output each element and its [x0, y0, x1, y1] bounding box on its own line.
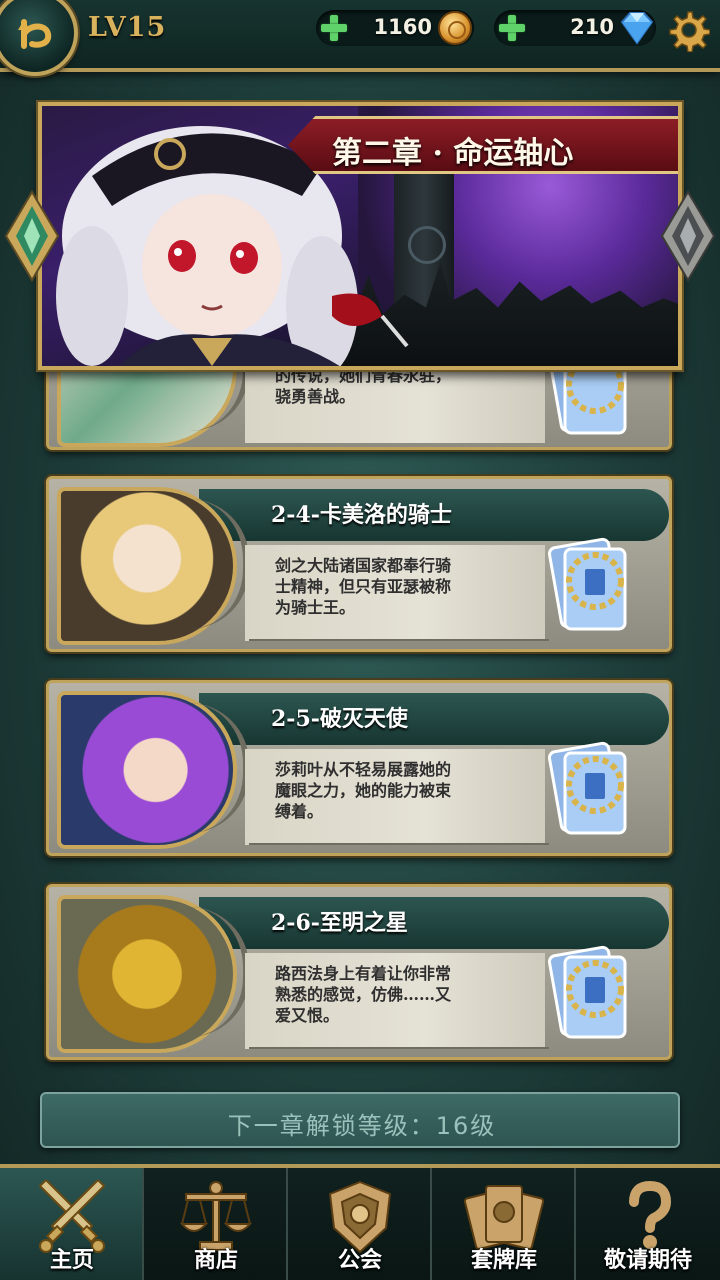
next-chapter-arrow[interactable] [660, 190, 716, 282]
nav-coming-soon[interactable]: 敬请期待 [576, 1168, 720, 1280]
ornament-line [249, 639, 549, 641]
stage-title: 2-6-至明之星 [271, 910, 408, 936]
nav-label: 套牌库 [470, 1248, 537, 1273]
stage-description: 路西法身上有着让你非常 熟悉的感觉，仿佛……又 爱又恨。 [275, 964, 452, 1025]
gear-icon[interactable] [666, 8, 710, 52]
next-chapter-unlock-bar: 下一章解锁等级：16级 [40, 1092, 680, 1148]
stage-description: 剑之大陆诸国家都奉行骑 士精神，但只有亚瑟被称 为骑士王。 [275, 556, 452, 617]
nav-deck[interactable]: 套牌库 [432, 1168, 576, 1280]
stage-title: 2-5-破灭天使 [271, 706, 408, 732]
unlock-text: 下一章解锁等级：16级 [227, 1112, 497, 1140]
nav-guild[interactable]: 公会 [288, 1168, 432, 1280]
nav-home[interactable]: 主页 [0, 1168, 144, 1280]
stage-row-2-6[interactable]: 2-6-至明之星 路西法身上有着让你非常 熟悉的感觉，仿佛……又 爱又恨。 [46, 884, 672, 1060]
chapter-title: 第二章 · 命运轴心 [332, 136, 574, 171]
stage-title-bar [199, 897, 669, 949]
diamond-counter: 210 [494, 10, 656, 46]
gold-counter: 1160 [316, 10, 474, 46]
stage-title-bar [199, 693, 669, 745]
stage-description: 的传说，她们青春永驻， 骁勇善战。 [275, 366, 452, 406]
diamond-amount: 210 [570, 15, 614, 39]
gold-amount: 1160 [373, 15, 432, 39]
back-arrow-icon [18, 19, 52, 49]
ornament-line [249, 1047, 549, 1049]
card-reward-icon[interactable] [541, 739, 637, 847]
gold-coin-icon [438, 11, 472, 45]
player-level: LV15 [88, 12, 167, 43]
card-reward-icon[interactable] [541, 535, 637, 643]
chapter-banner[interactable]: 第二章 · 命运轴心 [38, 102, 682, 370]
ornament-line [249, 843, 549, 845]
nav-label: 主页 [49, 1248, 94, 1273]
nav-shop[interactable]: 商店 [144, 1168, 288, 1280]
add-gold-button[interactable] [318, 12, 350, 44]
card-reward-icon[interactable] [541, 943, 637, 1051]
stage-row-2-4[interactable]: 2-4-卡美洛的骑士 剑之大陆诸国家都奉行骑 士精神，但只有亚瑟被称 为骑士王。 [46, 476, 672, 652]
stage-title: 2-4-卡美洛的骑士 [271, 502, 452, 528]
diamond-icon [620, 12, 654, 45]
nav-label: 敬请期待 [603, 1248, 692, 1273]
add-diamond-button[interactable] [496, 12, 528, 44]
back-button[interactable] [0, 0, 78, 76]
nav-label: 商店 [193, 1248, 238, 1273]
prev-chapter-arrow[interactable] [4, 190, 60, 282]
stage-row-2-5[interactable]: 2-5-破灭天使 莎莉叶从不轻易展露她的 魔眼之力，她的能力被束 缚着。 [46, 680, 672, 856]
bottom-nav: 主页 商店 公会 套牌库 敬请期待 [0, 1164, 720, 1280]
top-bar: LV15 1160 210 [0, 0, 720, 76]
nav-label: 公会 [337, 1248, 382, 1273]
stage-description: 莎莉叶从不轻易展露她的 魔眼之力，她的能力被束 缚着。 [275, 760, 452, 821]
